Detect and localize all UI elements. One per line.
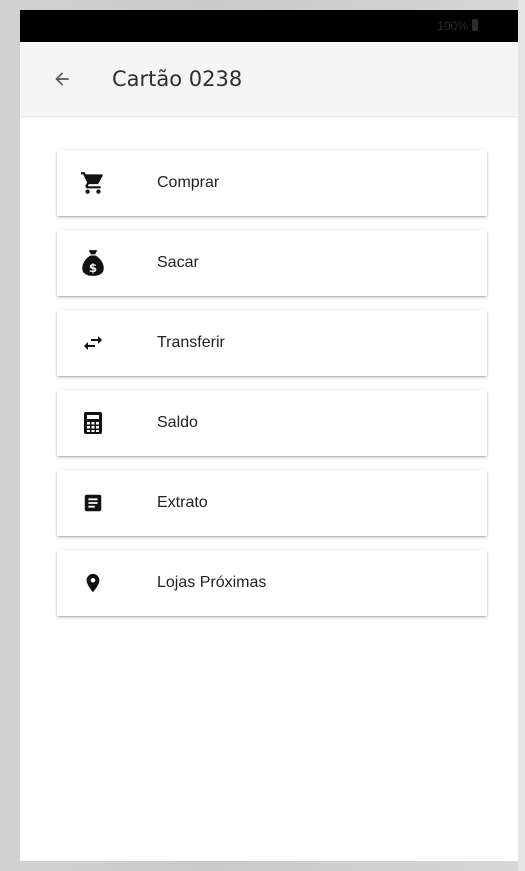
action-menu: Comprar $ Sacar Transferir Saldo Extrato… (57, 150, 487, 630)
transfer-arrows-icon (79, 329, 107, 357)
status-bar: 100% (20, 10, 518, 42)
menu-item-sacar[interactable]: $ Sacar (57, 230, 487, 296)
svg-text:$: $ (89, 261, 97, 275)
arrow-back-icon (55, 72, 69, 86)
menu-item-lojas-proximas[interactable]: Lojas Próximas (57, 550, 487, 616)
menu-item-label: Sacar (157, 254, 199, 271)
menu-item-extrato[interactable]: Extrato (57, 470, 487, 536)
back-button[interactable] (48, 65, 76, 93)
app-bar: Cartão 0238 (20, 42, 518, 116)
screen-edge (518, 0, 525, 871)
menu-item-label: Lojas Próximas (157, 574, 267, 591)
menu-item-saldo[interactable]: Saldo (57, 390, 487, 456)
page-title: Cartão 0238 (112, 67, 243, 91)
phone-screen: 100% Cartão 0238 Comprar $ Sacar Transfe… (20, 10, 518, 861)
money-bag-icon: $ (79, 249, 107, 277)
battery-icon (472, 19, 478, 31)
menu-item-label: Extrato (157, 494, 208, 511)
menu-item-label: Comprar (157, 174, 220, 191)
menu-item-comprar[interactable]: Comprar (57, 150, 487, 216)
menu-item-label: Saldo (157, 414, 198, 431)
menu-item-label: Transferir (157, 334, 225, 351)
location-pin-icon (79, 569, 107, 597)
calculator-icon (79, 409, 107, 437)
shopping-cart-icon (79, 169, 107, 197)
battery-percentage: 100% (437, 19, 468, 33)
menu-item-transferir[interactable]: Transferir (57, 310, 487, 376)
document-icon (79, 489, 107, 517)
